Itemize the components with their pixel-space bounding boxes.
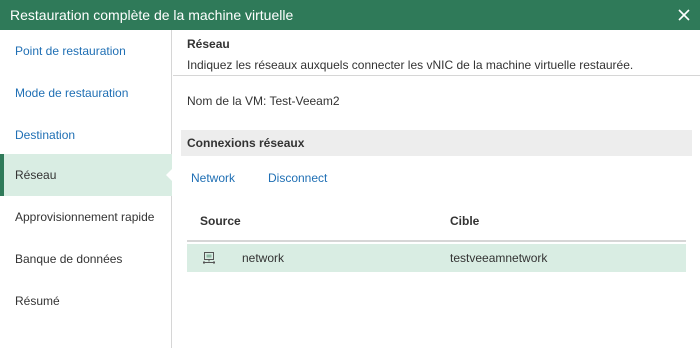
cell-source: network bbox=[242, 251, 285, 265]
step-label: Banque de données bbox=[15, 252, 123, 266]
close-button[interactable] bbox=[668, 0, 700, 30]
step-label: Destination bbox=[15, 128, 76, 142]
step-label: Mode de restauration bbox=[15, 86, 129, 100]
network-connections-section: Connexions réseaux bbox=[181, 130, 692, 156]
section-title: Connexions réseaux bbox=[187, 136, 305, 150]
step-resume: Résumé bbox=[0, 280, 172, 322]
column-header-source[interactable]: Source bbox=[200, 214, 241, 228]
wizard-steps-sidebar: Point de restauration Mode de restaurati… bbox=[0, 30, 173, 348]
step-approvisionnement-rapide: Approvisionnement rapide bbox=[0, 196, 172, 238]
close-icon bbox=[678, 9, 690, 21]
network-mapping-table: Source Cible network testveeamnetwork bbox=[187, 206, 686, 272]
window-titlebar: Restauration complète de la machine virt… bbox=[0, 0, 700, 30]
network-link[interactable]: Network bbox=[191, 171, 235, 185]
disconnect-link[interactable]: Disconnect bbox=[268, 171, 327, 185]
network-adapter-icon bbox=[203, 252, 215, 264]
main-panel: Réseau Indiquez les réseaux auxquels con… bbox=[173, 30, 700, 348]
step-mode-de-restauration[interactable]: Mode de restauration bbox=[0, 72, 172, 114]
page-title: Réseau bbox=[187, 37, 230, 51]
step-label: Réseau bbox=[15, 168, 57, 182]
page-description: Indiquez les réseaux auxquels connecter … bbox=[187, 58, 634, 72]
step-label: Approvisionnement rapide bbox=[15, 210, 155, 224]
cell-target: testveeamnetwork bbox=[450, 251, 548, 265]
step-destination[interactable]: Destination bbox=[0, 114, 172, 156]
step-point-de-restauration[interactable]: Point de restauration bbox=[0, 30, 172, 72]
step-reseau[interactable]: Réseau bbox=[0, 154, 173, 196]
vm-name-label: Nom de la VM: Test-Veeam2 bbox=[187, 94, 340, 108]
window-title: Restauration complète de la machine virt… bbox=[10, 7, 294, 23]
page-header: Réseau Indiquez les réseaux auxquels con… bbox=[173, 30, 700, 76]
table-header: Source Cible bbox=[187, 206, 686, 242]
table-row[interactable]: network testveeamnetwork bbox=[187, 244, 686, 272]
step-banque-de-donnees: Banque de données bbox=[0, 238, 172, 280]
step-label: Point de restauration bbox=[15, 44, 126, 58]
column-header-target[interactable]: Cible bbox=[450, 214, 479, 228]
step-label: Résumé bbox=[15, 294, 60, 308]
